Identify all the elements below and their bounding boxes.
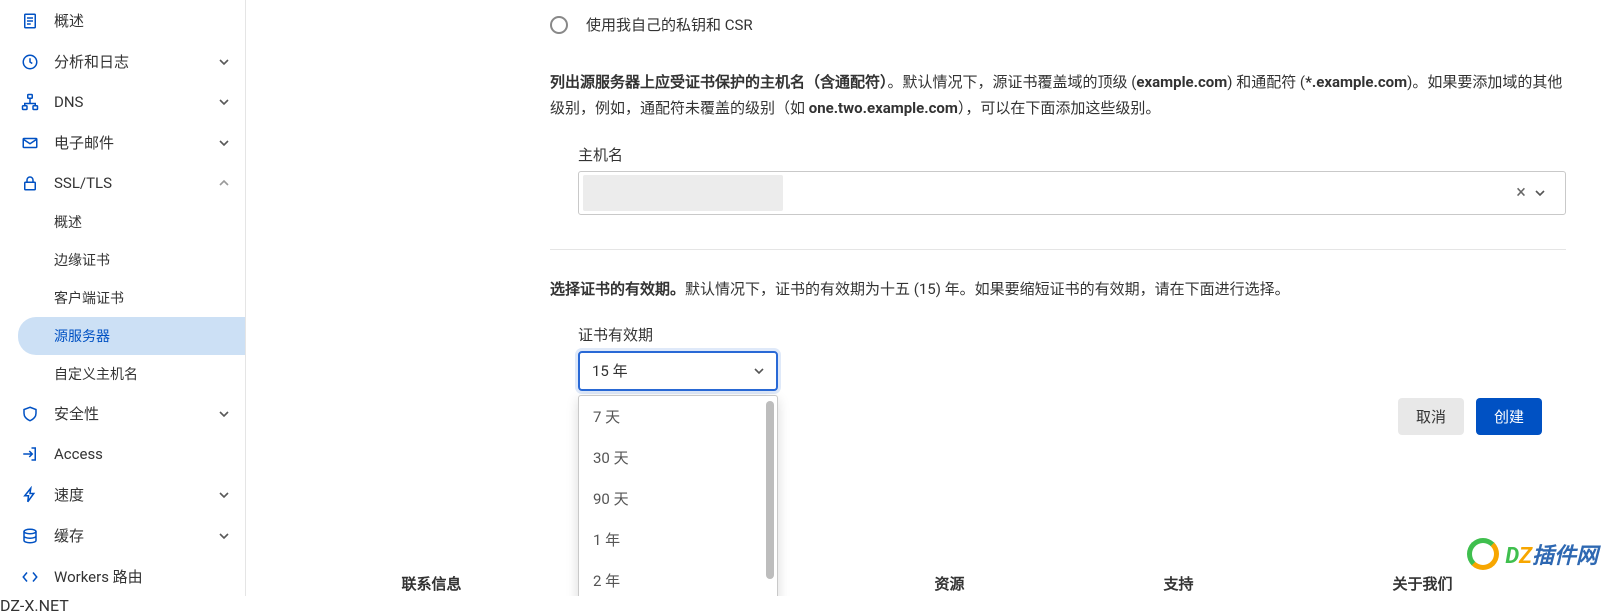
hostnames-label: 主机名 [578, 144, 1566, 165]
validity-label: 证书有效期 [578, 324, 1566, 345]
footer-link[interactable]: 联系信息 [401, 573, 461, 594]
login-icon [20, 444, 40, 464]
sidebar-sub-origin-server[interactable]: 源服务器 [18, 317, 245, 355]
chevron-up-icon [217, 176, 231, 190]
sidebar-item-cache[interactable]: 缓存 [0, 515, 245, 556]
sidebar-label: Workers 路由 [54, 566, 231, 587]
select-value: 15 年 [592, 360, 628, 381]
cancel-button[interactable]: 取消 [1398, 398, 1464, 435]
sidebar-label: DNS [54, 93, 217, 111]
watermark-sub: DZ-X.NET [0, 596, 1608, 615]
sidebar-item-workers[interactable]: Workers 路由 [0, 556, 245, 596]
sidebar-item-dns[interactable]: DNS [0, 82, 245, 122]
chevron-down-icon[interactable] [1535, 188, 1565, 198]
chevron-down-icon [217, 95, 231, 109]
create-button[interactable]: 创建 [1476, 398, 1542, 435]
validity-description: 选择证书的有效期。默认情况下，证书的有效期为十五 (15) 年。如果要缩短证书的… [550, 276, 1566, 302]
sidebar: 概述 分析和日志 DNS 电子邮件 SSL/T [0, 0, 246, 596]
watermark: DZ插件网 [1467, 538, 1598, 570]
footer-link[interactable]: 支持 [1163, 573, 1193, 594]
form-actions: 取消 创建 [1398, 398, 1542, 435]
lock-icon [20, 173, 40, 193]
sidebar-label: 缓存 [54, 525, 217, 546]
document-icon [20, 11, 40, 31]
watermark-text: DZ插件网 [1505, 538, 1598, 570]
sidebar-label: Access [54, 445, 231, 463]
sidebar-sub-custom-host[interactable]: 自定义主机名 [0, 355, 245, 393]
sidebar-label: 电子邮件 [54, 132, 217, 153]
radio-icon [550, 16, 568, 34]
footer-link[interactable]: 资源 [934, 573, 964, 594]
sidebar-label: 速度 [54, 484, 217, 505]
validity-select[interactable]: 15 年 [578, 351, 778, 391]
sidebar-label: SSL/TLS [54, 174, 217, 192]
clock-icon [20, 52, 40, 72]
hostnames-input[interactable]: × [578, 171, 1566, 215]
radio-label: 使用我自己的私钥和 CSR [586, 14, 753, 35]
bolt-icon [20, 485, 40, 505]
radio-own-key-csr[interactable]: 使用我自己的私钥和 CSR [550, 14, 1566, 35]
sidebar-item-analytics[interactable]: 分析和日志 [0, 41, 245, 82]
chevron-down-icon [217, 55, 231, 69]
chevron-down-icon [217, 407, 231, 421]
sidebar-item-speed[interactable]: 速度 [0, 474, 245, 515]
divider [550, 249, 1566, 250]
shield-icon [20, 404, 40, 424]
sidebar-label: 概述 [54, 10, 231, 31]
sidebar-item-access[interactable]: Access [0, 434, 245, 474]
chevron-down-icon [217, 488, 231, 502]
sidebar-item-ssl[interactable]: SSL/TLS [0, 163, 245, 203]
sidebar-item-email[interactable]: 电子邮件 [0, 122, 245, 163]
validity-dropdown: 7 天 30 天 90 天 1 年 2 年 3 年 [578, 395, 778, 596]
scrollbar-thumb[interactable] [766, 401, 774, 579]
hostname-tag-redacted [583, 175, 783, 211]
database-icon [20, 526, 40, 546]
sidebar-sub-client-cert[interactable]: 客户端证书 [0, 279, 245, 317]
sidebar-item-overview[interactable]: 概述 [0, 0, 245, 41]
validity-option[interactable]: 2 年 [579, 560, 777, 596]
sidebar-sub-edge-cert[interactable]: 边缘证书 [0, 241, 245, 279]
footer-links: 联系信息 我们的业务 资源 支持 关于我们 [246, 573, 1608, 594]
watermark-logo-icon [1467, 538, 1499, 570]
sidebar-label: 安全性 [54, 403, 217, 424]
hostnames-tags [579, 175, 1507, 211]
validity-option[interactable]: 30 天 [579, 437, 777, 478]
validity-option[interactable]: 90 天 [579, 478, 777, 519]
chevron-down-icon [217, 529, 231, 543]
clear-icon[interactable]: × [1507, 182, 1535, 203]
hostnames-description: 列出源服务器上应受证书保护的主机名（含通配符）。默认情况下，源证书覆盖域的顶级 … [550, 69, 1566, 122]
code-icon [20, 567, 40, 587]
validity-option[interactable]: 1 年 [579, 519, 777, 560]
main-content: 使用我自己的私钥和 CSR 列出源服务器上应受证书保护的主机名（含通配符）。默认… [246, 0, 1608, 596]
chevron-down-icon [217, 136, 231, 150]
sidebar-label: 分析和日志 [54, 51, 217, 72]
mail-icon [20, 133, 40, 153]
sidebar-sub-ssl-overview[interactable]: 概述 [0, 203, 245, 241]
footer-link[interactable]: 关于我们 [1392, 573, 1452, 594]
chevron-down-icon [754, 366, 764, 376]
sidebar-item-security[interactable]: 安全性 [0, 393, 245, 434]
validity-option[interactable]: 7 天 [579, 396, 777, 437]
network-icon [20, 92, 40, 112]
